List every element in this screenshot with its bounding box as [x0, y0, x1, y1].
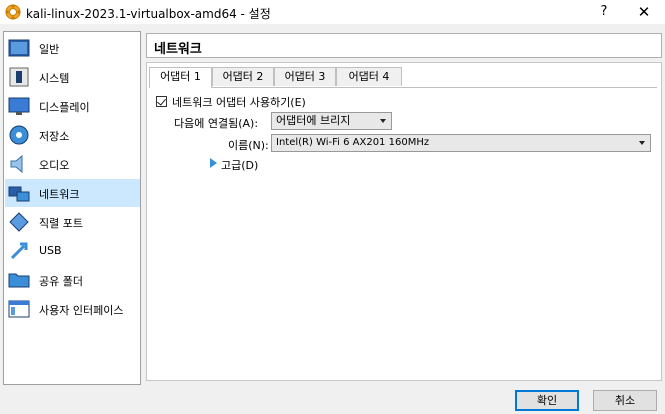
virtualbox-app-icon	[5, 4, 21, 20]
storage-icon	[9, 125, 29, 145]
tab-divider	[149, 87, 657, 88]
system-icon	[9, 67, 29, 87]
network-settings-panel: 어댑터 1 어댑터 2 어댑터 3 어댑터 4 네트워크 어댑터 사용하기(E)…	[146, 62, 662, 381]
sidebar-item-general[interactable]: 일반	[5, 34, 140, 62]
usb-icon	[10, 242, 28, 260]
chevron-down-icon	[639, 141, 645, 145]
sidebar-item-storage[interactable]: 저장소	[5, 121, 140, 149]
sidebar-item-label: 저장소	[39, 130, 70, 143]
sidebar-item-label: 오디오	[39, 159, 70, 172]
sidebar-item-label: 직렬 포트	[39, 217, 83, 230]
cancel-button[interactable]: 취소	[593, 390, 657, 411]
sidebar-item-audio[interactable]: 오디오	[5, 150, 140, 178]
attached-to-label: 다음에 연결됨(A):	[174, 117, 259, 130]
adapter-name-label: 이름(N):	[228, 139, 269, 152]
title-bar: kali-linux-2023.1-virtualbox-amd64 - 설정 …	[0, 0, 665, 24]
close-button[interactable]: ✕	[632, 2, 656, 22]
tab-adapter-3[interactable]: 어댑터 3	[274, 67, 336, 86]
general-icon	[8, 39, 30, 57]
sidebar-item-label: 디스플레이	[39, 101, 90, 114]
page-title: 네트워크	[154, 42, 202, 57]
sidebar-item-network[interactable]: 네트워크	[5, 179, 140, 207]
page-header: 네트워크	[146, 33, 662, 58]
sidebar-item-user-interface[interactable]: 사용자 인터페이스	[5, 295, 140, 323]
sidebar-item-label: 시스템	[39, 72, 70, 85]
audio-icon	[10, 154, 23, 174]
expand-arrow-icon[interactable]	[210, 158, 217, 168]
sidebar-item-label: 공유 폴더	[39, 275, 83, 288]
attached-to-value: 어댑터에 브리지	[276, 114, 351, 127]
user-interface-icon	[8, 300, 30, 318]
attached-to-select[interactable]: 어댑터에 브리지	[271, 112, 392, 130]
sidebar-item-system[interactable]: 시스템	[5, 63, 140, 91]
serial-port-icon	[9, 212, 29, 232]
sidebar-item-shared-folders[interactable]: 공유 폴더	[5, 266, 140, 294]
window-title: kali-linux-2023.1-virtualbox-amd64 - 설정	[26, 7, 271, 21]
adapter-name-select[interactable]: Intel(R) Wi-Fi 6 AX201 160MHz	[271, 134, 651, 152]
shared-folder-icon	[8, 273, 30, 288]
tab-adapter-2[interactable]: 어댑터 2	[212, 67, 274, 86]
advanced-toggle[interactable]: 고급(D)	[221, 157, 258, 173]
sidebar-item-usb[interactable]: USB	[5, 237, 140, 265]
enable-adapter-checkbox[interactable]	[156, 96, 167, 107]
tab-adapter-1[interactable]: 어댑터 1	[149, 67, 212, 88]
adapter-tabs: 어댑터 1 어댑터 2 어댑터 3 어댑터 4	[149, 67, 549, 88]
display-icon	[8, 97, 30, 115]
network-icon	[8, 186, 30, 202]
sidebar-item-serial-port[interactable]: 직렬 포트	[5, 208, 140, 236]
tab-adapter-4[interactable]: 어댑터 4	[336, 67, 402, 86]
sidebar-item-label: 일반	[39, 43, 60, 56]
sidebar-item-display[interactable]: 디스플레이	[5, 92, 140, 120]
enable-adapter-label[interactable]: 네트워크 어댑터 사용하기(E)	[172, 94, 306, 110]
help-button[interactable]: ?	[594, 2, 614, 22]
chevron-down-icon	[380, 119, 386, 123]
adapter-name-value: Intel(R) Wi-Fi 6 AX201 160MHz	[276, 137, 430, 148]
sidebar-item-label: 사용자 인터페이스	[39, 304, 124, 317]
ok-button[interactable]: 확인	[515, 390, 579, 411]
sidebar-item-label: USB	[39, 244, 62, 257]
sidebar-item-label: 네트워크	[39, 188, 80, 201]
settings-sidebar: 일반 시스템 디스플레이 저장소 오디오 네트워크 직렬 포트 USB 공유 폴…	[3, 31, 141, 385]
